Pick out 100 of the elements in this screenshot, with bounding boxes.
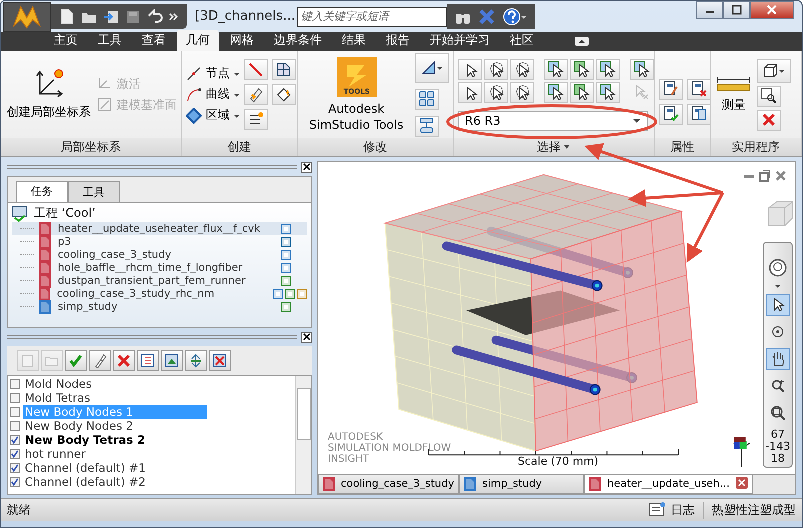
undo-button[interactable] <box>147 8 163 24</box>
cursor-icon <box>488 84 504 100</box>
panel-tab[interactable]: 任务 <box>16 181 68 202</box>
select-tool-button[interactable] <box>458 58 482 80</box>
measure-button[interactable]: 测量 <box>715 75 753 114</box>
document-tab[interactable]: heater__update_useh... <box>584 475 753 494</box>
list-tool-button[interactable] <box>244 109 268 130</box>
cells-tool-button[interactable] <box>415 88 439 110</box>
layer-checkbox[interactable] <box>10 477 20 487</box>
ribbon-tab[interactable]: 开始并学习 <box>421 30 499 51</box>
dropdown-button[interactable]: 曲线 <box>186 86 240 103</box>
application-menu-button[interactable] <box>3 2 51 32</box>
minimize-ribbon-button[interactable] <box>575 37 589 46</box>
layer-checkbox[interactable] <box>10 421 20 431</box>
flow-tool-button[interactable] <box>415 116 439 136</box>
delete-button[interactable] <box>757 110 781 130</box>
document-tab[interactable]: cooling_case_3_study <box>318 475 460 494</box>
log-button[interactable] <box>649 502 665 518</box>
dropdown-button[interactable]: 节点 <box>186 65 240 82</box>
layer-item[interactable]: Channel (default) #1 <box>23 461 148 475</box>
layer-checkbox[interactable] <box>10 449 20 459</box>
select-tool-button[interactable] <box>570 58 594 80</box>
more-button[interactable] <box>169 12 179 22</box>
remove-button[interactable] <box>209 350 231 371</box>
layer-item[interactable]: New Body Nodes 2 <box>23 419 136 433</box>
layer-item[interactable]: Channel (default) #2 <box>23 475 148 489</box>
move-up-button[interactable] <box>161 350 183 371</box>
navigation-tool-button[interactable] <box>766 348 790 370</box>
import-button[interactable] <box>103 8 119 24</box>
selection-combo[interactable]: R6 R3 <box>458 110 648 130</box>
study-item[interactable]: simp_study <box>12 300 307 313</box>
activate-button[interactable] <box>65 350 87 371</box>
select-tool-button[interactable] <box>544 82 568 102</box>
maximize-button[interactable] <box>723 1 750 19</box>
minimize-button[interactable] <box>696 1 723 19</box>
ribbon-tab[interactable]: 查看 <box>133 30 175 51</box>
surface-tool-button[interactable] <box>272 59 296 80</box>
select-tool-button[interactable] <box>458 82 482 102</box>
cursor-icon <box>600 61 616 77</box>
study-item[interactable]: hole_baffle__rhcm_time_f_longfiber <box>12 261 307 274</box>
property-button[interactable] <box>687 78 710 100</box>
ribbon-tab[interactable]: 结果 <box>333 30 375 51</box>
dropdown-button[interactable]: 区域 <box>186 107 240 124</box>
new-button[interactable] <box>59 8 75 24</box>
ribbon-tab[interactable]: 工具 <box>89 30 131 51</box>
layer-checkbox[interactable] <box>10 379 20 389</box>
study-item[interactable]: heater__update_useheater_flux__f_cvk <box>12 222 307 235</box>
save-button[interactable] <box>125 8 141 24</box>
select-tool-button[interactable] <box>630 58 654 80</box>
property-button[interactable] <box>659 104 683 124</box>
select-tool-button[interactable] <box>596 58 620 80</box>
stretch-tool-button[interactable] <box>244 84 268 105</box>
ribbon-tab[interactable]: 几何 <box>177 30 219 51</box>
select-tool-button[interactable] <box>544 58 568 80</box>
select-tool-button[interactable] <box>570 82 594 102</box>
plane-dropdown-button[interactable] <box>415 52 449 82</box>
layer-item[interactable]: New Body Tetras 2 <box>23 433 148 447</box>
property-button[interactable] <box>687 104 710 124</box>
navigation-tool-button[interactable] <box>766 294 790 316</box>
delete-button[interactable] <box>113 350 135 371</box>
ribbon-tab[interactable]: 网格 <box>221 30 263 51</box>
layer-item[interactable]: hot runner <box>23 447 88 461</box>
property-button[interactable] <box>659 78 683 100</box>
layer-item[interactable]: Mold Nodes <box>23 377 94 391</box>
ribbon-tab[interactable]: 边界条件 <box>265 30 331 51</box>
search-field[interactable]: 键入关键字或短语 <box>297 6 447 26</box>
help-button[interactable] <box>503 8 527 26</box>
help-icon <box>503 8 521 26</box>
close-button[interactable] <box>301 162 312 172</box>
layer-item[interactable]: Mold Tetras <box>23 391 93 405</box>
tag-tool-button[interactable] <box>272 84 296 105</box>
ribbon-tab[interactable]: 社区 <box>501 30 543 51</box>
cells-icon <box>419 91 435 107</box>
layer-checkbox[interactable] <box>10 407 20 417</box>
cube-dropdown-button[interactable] <box>757 58 791 82</box>
document-tab[interactable]: simp_study <box>459 475 584 494</box>
study-item[interactable]: p3 <box>12 235 307 248</box>
layer-checkbox[interactable] <box>10 463 20 473</box>
zoom-box-button[interactable] <box>757 86 781 106</box>
select-tool-button[interactable] <box>596 82 620 102</box>
create-coordinate-system-button[interactable]: 创建局部坐标系 <box>5 68 93 121</box>
select-tool-button[interactable] <box>484 58 508 80</box>
select-tool-button[interactable] <box>510 58 534 80</box>
study-item[interactable]: cooling_case_3_study <box>12 248 307 261</box>
select-tool-button[interactable] <box>510 82 534 102</box>
panel-tab[interactable]: 工具 <box>68 181 120 202</box>
scrollbar[interactable] <box>295 376 311 494</box>
ribbon-tab[interactable]: 报告 <box>377 30 419 51</box>
expand-button[interactable] <box>185 350 207 371</box>
study-item[interactable]: dustpan_transient_part_fem_runner <box>12 274 307 287</box>
flashlight-button[interactable] <box>89 350 111 371</box>
restore-button[interactable] <box>759 170 771 182</box>
study-item[interactable]: cooling_case_3_study_rhc_nm <box>12 287 307 300</box>
select-tool-button[interactable] <box>484 82 508 102</box>
layer-checkbox[interactable] <box>10 393 20 403</box>
layer-checkbox[interactable] <box>10 435 20 445</box>
line-tool-button[interactable] <box>244 59 268 80</box>
properties-button[interactable] <box>137 350 159 371</box>
ribbon-tab[interactable]: 主页 <box>45 30 87 51</box>
close-button[interactable] <box>301 332 312 342</box>
